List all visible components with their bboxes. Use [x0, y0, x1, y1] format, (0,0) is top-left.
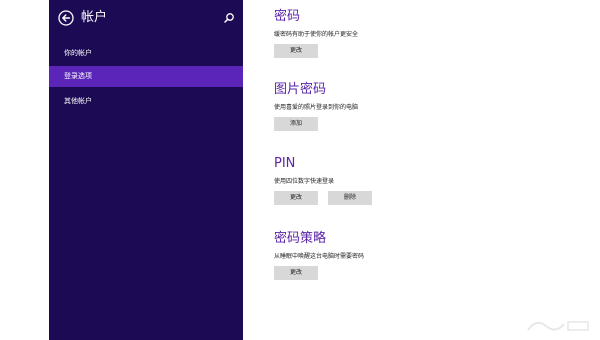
section-password: 密码 缓密码有助于使你的帐户更安全 更改: [274, 9, 358, 58]
section-description: 从睡眠中唤醒这台电脑时需要密码: [274, 253, 365, 260]
sidebar-header: 帐户: [58, 7, 238, 29]
section-title: PIN: [274, 156, 296, 171]
sidebar: 帐户 你的帐户 登录选项 其他帐户: [49, 0, 243, 340]
section-description: 使用四位数字快速登录: [274, 178, 335, 185]
sidebar-item-your-account[interactable]: 你的帐户: [49, 43, 243, 64]
section-password-policy: 密码策略 从睡眠中唤醒这台电脑时需要密码 更改: [274, 231, 364, 280]
section-description: 使用喜爱的照片登录到你的电脑: [274, 104, 359, 111]
remove-pin-button[interactable]: 删除: [328, 191, 372, 205]
section-picture-password: 图片密码 使用喜爱的照片登录到你的电脑 添加: [274, 82, 358, 131]
button-row: 更改: [274, 44, 358, 58]
section-description: 缓密码有助于使你的帐户更安全: [274, 31, 359, 38]
add-picture-password-button[interactable]: 添加: [274, 117, 318, 131]
search-icon: [224, 13, 234, 23]
change-policy-button[interactable]: 更改: [274, 266, 318, 280]
back-arrow-circle-icon: [58, 10, 74, 26]
change-pin-button[interactable]: 更改: [274, 191, 318, 205]
button-row: 更改 删除: [274, 191, 372, 205]
change-password-button[interactable]: 更改: [274, 44, 318, 58]
sidebar-item-label: 登录选项: [64, 72, 92, 80]
search-button[interactable]: [222, 10, 236, 24]
section-title: 密码策略: [274, 231, 327, 246]
button-row: 更改: [274, 266, 364, 280]
sidebar-item-label: 其他帐户: [64, 97, 92, 105]
sidebar-item-other-accounts[interactable]: 其他帐户: [49, 91, 243, 112]
watermark-logo: [527, 321, 589, 331]
sidebar-item-label: 你的帐户: [64, 49, 92, 57]
sidebar-item-sign-in-options[interactable]: 登录选项: [49, 66, 243, 87]
settings-window: 帐户 你的帐户 登录选项 其他帐户 密码 缓密码有助于使你的帐户更安全 更改 图…: [0, 0, 600, 340]
back-button[interactable]: [58, 10, 74, 26]
main-content: 密码 缓密码有助于使你的帐户更安全 更改 图片密码 使用喜爱的照片登录到你的电脑…: [243, 0, 600, 340]
section-title: 密码: [274, 9, 301, 24]
button-row: 添加: [274, 117, 358, 131]
section-title: 图片密码: [274, 82, 327, 97]
sidebar-title: 帐户: [81, 10, 108, 25]
section-pin: PIN 使用四位数字快速登录 更改 删除: [274, 156, 372, 205]
